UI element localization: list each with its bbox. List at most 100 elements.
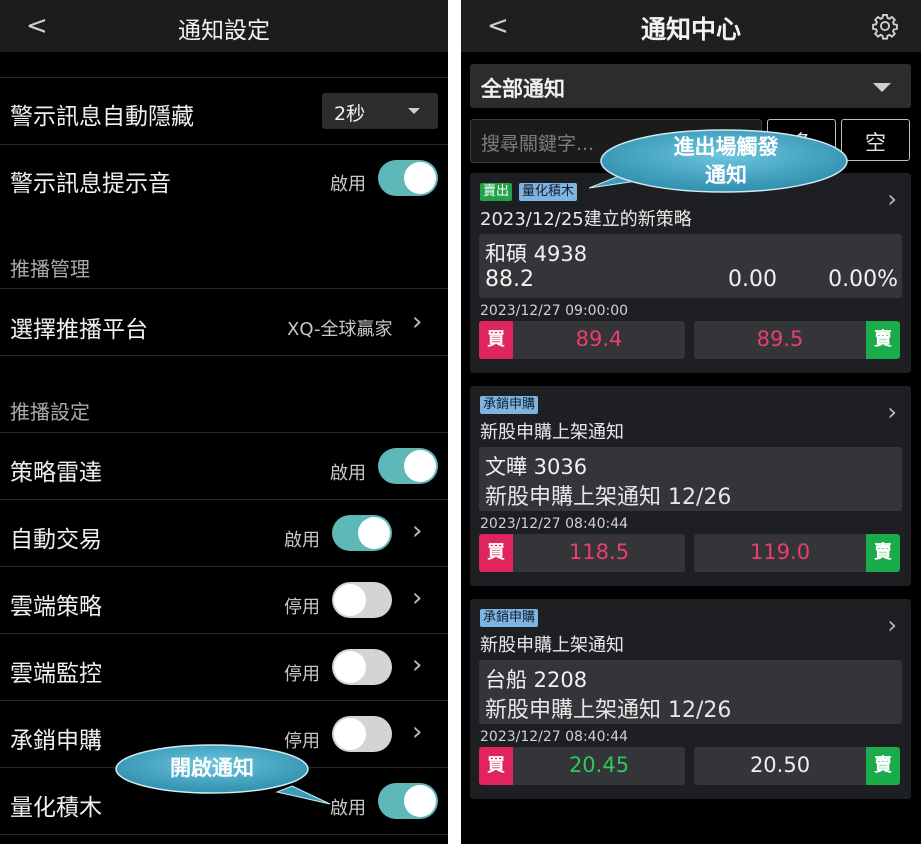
stock-name: 文曄 3036 bbox=[485, 455, 588, 479]
toggle-knob bbox=[334, 584, 366, 616]
setting-row-auto-trade[interactable]: 自動交易 啟用 › bbox=[0, 499, 448, 566]
alert-sound-label: 警示訊息提示音 bbox=[10, 171, 171, 197]
setting-label: 量化積木 bbox=[10, 795, 102, 821]
buy-badge: 買 bbox=[479, 747, 513, 785]
notification-settings-screen: < 通知設定 警示訊息自動隱藏 2秒 警示訊息提示音 啟用 推播管理 選擇推播平… bbox=[0, 0, 448, 844]
toggle-knob bbox=[334, 651, 366, 683]
chevron-right-icon[interactable]: › bbox=[887, 185, 897, 213]
auto-hide-dropdown[interactable]: 2秒 bbox=[322, 93, 438, 129]
sell-badge: 賣 bbox=[866, 321, 900, 359]
callout-text-line2: 通知 bbox=[705, 163, 747, 187]
sell-quote-button[interactable]: 119.0 賣 bbox=[694, 534, 900, 572]
header-bar: < 通知中心 bbox=[461, 0, 921, 52]
gear-icon[interactable] bbox=[871, 12, 899, 40]
sell-quote-button[interactable]: 20.50 賣 bbox=[694, 747, 900, 785]
setting-row-cloud-strategy[interactable]: 雲端策略 停用 › bbox=[0, 566, 448, 633]
push-settings-section: 推播設定 bbox=[0, 355, 448, 432]
auto-hide-label: 警示訊息自動隱藏 bbox=[10, 104, 194, 130]
chevron-right-icon: › bbox=[412, 717, 423, 747]
chevron-down-icon bbox=[408, 108, 420, 114]
setting-row-cloud-monitor[interactable]: 雲端監控 停用 › bbox=[0, 633, 448, 700]
push-platform-label: 選擇推播平台 bbox=[10, 317, 148, 343]
buy-price: 118.5 bbox=[568, 540, 630, 564]
timestamp: 2023/12/27 09:00:00 bbox=[480, 303, 629, 319]
buy-quote-button[interactable]: 買 89.4 bbox=[479, 321, 685, 359]
sell-quote-button[interactable]: 89.5 賣 bbox=[694, 321, 900, 359]
toggle-knob bbox=[404, 450, 436, 482]
notification-card[interactable]: 承銷申購 › 新股申購上架通知 台船 2208 新股申購上架通知 12/26 2… bbox=[470, 599, 911, 799]
quant-tag: 量化積木 bbox=[519, 183, 578, 201]
chevron-right-icon[interactable]: › bbox=[887, 611, 897, 639]
buy-price: 89.4 bbox=[575, 327, 623, 351]
sell-badge: 賣 bbox=[866, 747, 900, 785]
ipo-tag: 承銷申購 bbox=[480, 609, 539, 627]
buy-badge: 買 bbox=[479, 534, 513, 572]
callout-text-line1: 進出場觸發 bbox=[673, 135, 779, 159]
short-filter-button[interactable]: 空 bbox=[841, 119, 910, 161]
page-title: 通知中心 bbox=[640, 15, 741, 44]
setting-row-strategy-radar: 策略雷達 啟用 bbox=[0, 432, 448, 499]
chevron-right-icon: › bbox=[412, 307, 423, 337]
setting-state: 啟用 bbox=[330, 463, 366, 484]
chevron-right-icon: › bbox=[412, 650, 423, 680]
sell-badge: 賣 bbox=[866, 534, 900, 572]
quant-blocks-toggle[interactable] bbox=[378, 783, 438, 819]
price-change: 0.00 bbox=[728, 267, 777, 292]
chevron-down-icon bbox=[873, 83, 891, 92]
toggle-knob bbox=[358, 517, 390, 549]
stock-name: 台船 2208 bbox=[485, 668, 588, 692]
cloud-strategy-toggle[interactable] bbox=[332, 582, 392, 618]
push-platform-value: XQ-全球贏家 bbox=[287, 319, 393, 340]
toggle-knob bbox=[404, 785, 436, 817]
notification-card[interactable]: 承銷申購 › 新股申購上架通知 文曄 3036 新股申購上架通知 12/26 2… bbox=[470, 386, 911, 586]
setting-state: 啟用 bbox=[284, 530, 320, 551]
setting-label: 自動交易 bbox=[10, 527, 102, 553]
alert-sound-toggle[interactable] bbox=[378, 160, 438, 196]
sell-price: 89.5 bbox=[756, 327, 804, 351]
setting-label: 雲端監控 bbox=[10, 661, 102, 687]
price-change-pct: 0.00% bbox=[828, 267, 898, 292]
stock-name: 和碩 4938 bbox=[485, 242, 588, 266]
sell-price: 119.0 bbox=[749, 540, 811, 564]
timestamp: 2023/12/27 08:40:44 bbox=[480, 516, 629, 532]
sell-price: 20.50 bbox=[749, 753, 811, 777]
push-platform-row[interactable]: 選擇推播平台 XQ-全球贏家 › bbox=[0, 288, 448, 355]
section-title: 推播管理 bbox=[10, 257, 90, 281]
quote-box: 文曄 3036 新股申購上架通知 12/26 bbox=[479, 447, 902, 511]
chevron-right-icon[interactable]: › bbox=[887, 398, 897, 426]
notification-filter-dropdown[interactable]: 全部通知 bbox=[470, 64, 911, 108]
stock-price: 88.2 bbox=[485, 267, 534, 292]
chevron-right-icon: › bbox=[412, 583, 423, 613]
page-title: 通知設定 bbox=[178, 18, 270, 44]
setting-state: 停用 bbox=[284, 597, 320, 618]
strategy-radar-toggle[interactable] bbox=[378, 448, 438, 484]
quote-box: 和碩 4938 88.2 0.00 0.00% bbox=[479, 234, 902, 298]
header-bar: < 通知設定 bbox=[0, 0, 448, 52]
button-label: 空 bbox=[865, 131, 886, 155]
sell-tag: 賣出 bbox=[480, 183, 513, 201]
push-mgmt-section: 推播管理 bbox=[0, 211, 448, 287]
chevron-right-icon: › bbox=[412, 516, 423, 546]
enable-notification-callout: 開啟通知 bbox=[112, 742, 352, 812]
divider bbox=[0, 834, 448, 844]
search-placeholder: 搜尋關鍵字... bbox=[481, 133, 595, 155]
callout-text: 開啟通知 bbox=[170, 756, 254, 780]
timestamp: 2023/12/27 08:40:44 bbox=[480, 729, 629, 745]
buy-quote-button[interactable]: 買 118.5 bbox=[479, 534, 685, 572]
buy-price: 20.45 bbox=[568, 753, 630, 777]
setting-state: 停用 bbox=[284, 664, 320, 685]
setting-label: 承銷申購 bbox=[10, 728, 102, 754]
buy-quote-button[interactable]: 買 20.45 bbox=[479, 747, 685, 785]
notification-card[interactable]: 賣出 量化積木 › 2023/12/25建立的新策略 和碩 4938 88.2 … bbox=[470, 173, 911, 373]
auto-hide-value: 2秒 bbox=[334, 103, 366, 125]
setting-label: 策略雷達 bbox=[10, 460, 102, 486]
alert-sound-row: 警示訊息提示音 啟用 bbox=[0, 144, 448, 211]
filter-value: 全部通知 bbox=[481, 77, 565, 101]
card-title: 新股申購上架通知 bbox=[480, 422, 624, 443]
notification-desc: 新股申購上架通知 12/26 bbox=[485, 698, 732, 723]
toggle-knob bbox=[404, 162, 436, 194]
cloud-monitor-toggle[interactable] bbox=[332, 649, 392, 685]
auto-trade-toggle[interactable] bbox=[332, 515, 392, 551]
trigger-notification-callout: 進出場觸發 通知 bbox=[589, 128, 851, 198]
setting-label: 雲端策略 bbox=[10, 594, 102, 620]
